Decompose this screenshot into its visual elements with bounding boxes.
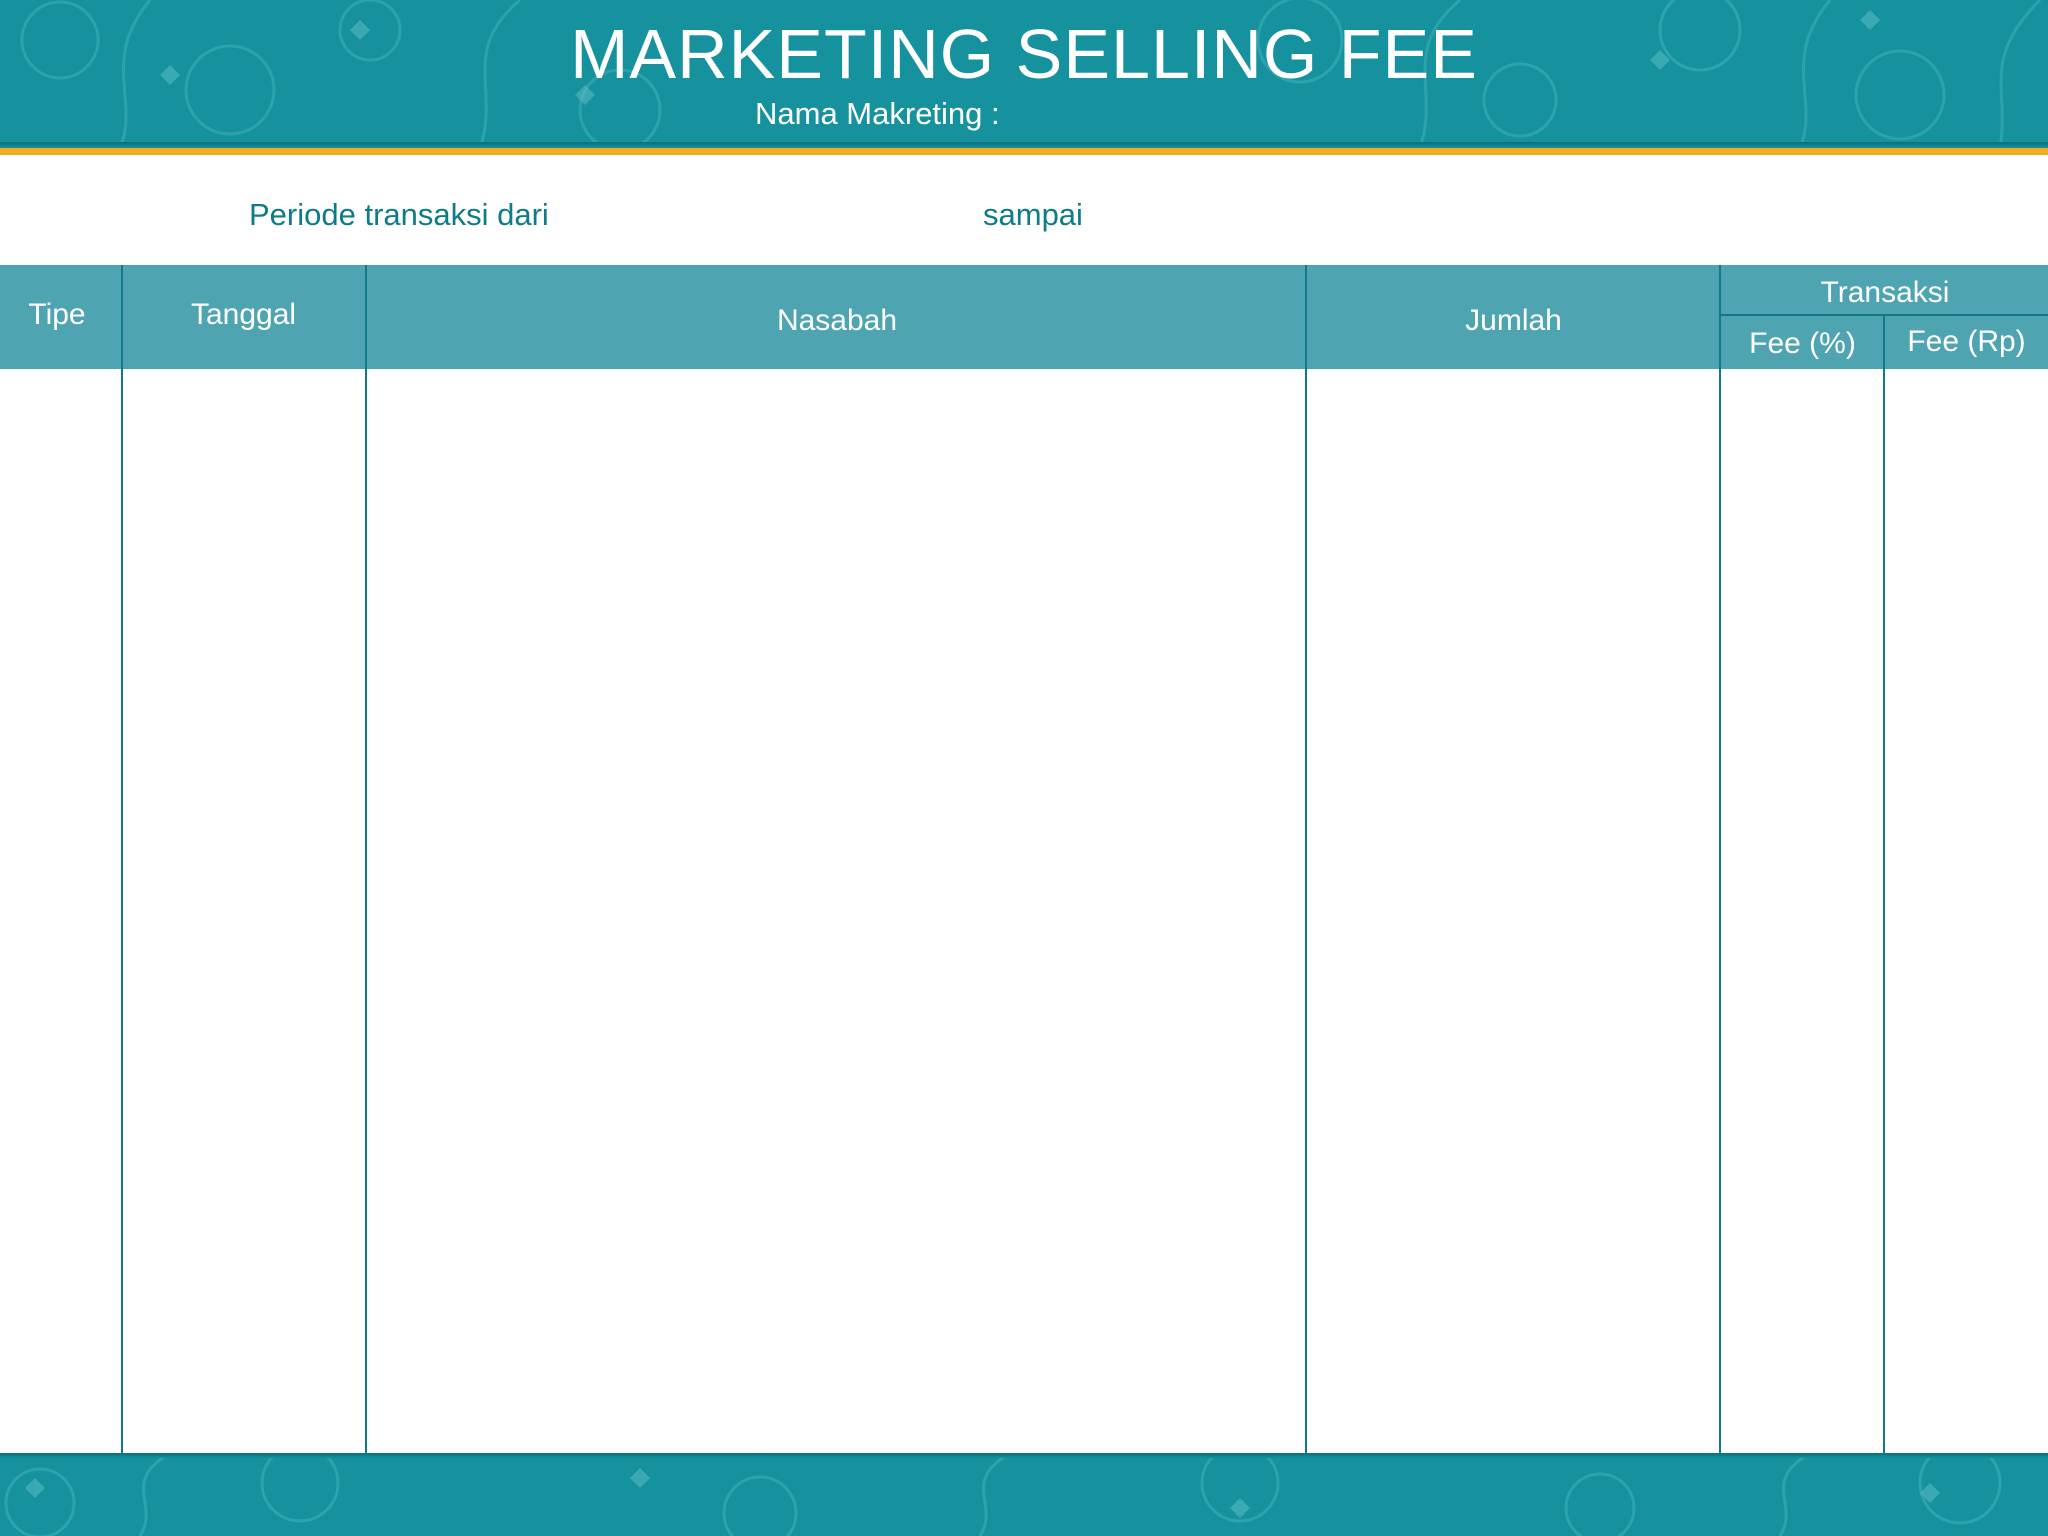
column-header-fee-rp: Fee (Rp) [1907, 325, 2026, 358]
footer-shadow [0, 1453, 2048, 1458]
column-divider [1305, 265, 1307, 1455]
column-header-transaksi: Transaksi [1820, 276, 1950, 309]
period-from-label: Periode transaksi dari [249, 197, 549, 232]
marketing-name-label: Nama Makreting : [755, 96, 1000, 131]
column-header-nasabah: Nasabah [776, 304, 898, 337]
column-divider [1719, 265, 1721, 1455]
page-title: MARKETING SELLING FEE [570, 15, 1478, 93]
header-banner: MARKETING SELLING FEE Nama Makreting : [0, 0, 2048, 148]
column-divider [365, 265, 367, 1455]
header-accent-stripe [0, 148, 2048, 155]
footer-banner [0, 1453, 2048, 1536]
column-header-jumlah: Jumlah [1465, 304, 1562, 337]
column-header-fee-percent: Fee (%) [1749, 327, 1856, 360]
column-header-tanggal: Tanggal [190, 298, 297, 331]
column-header-tipe: Tipe [28, 298, 86, 331]
period-to-label: sampai [983, 197, 1083, 232]
column-divider [121, 265, 123, 1455]
column-divider [1883, 314, 1885, 1455]
batik-pattern [4, 1453, 2002, 1536]
